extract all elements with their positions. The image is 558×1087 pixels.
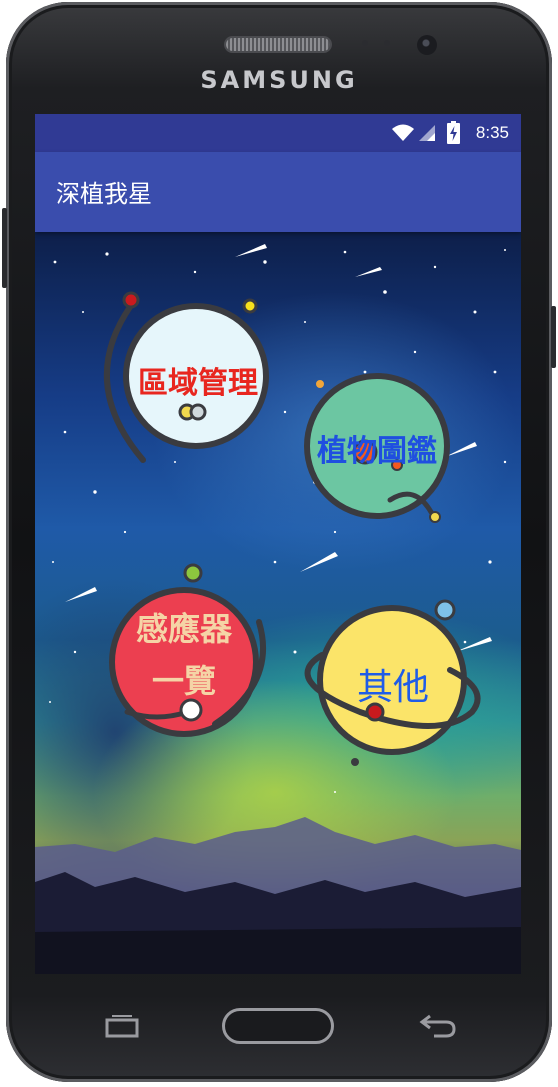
- sensor-list-button[interactable]: 感應器 一覽: [97, 562, 277, 742]
- app-bar: 深植我星: [35, 152, 521, 232]
- area-management-label: 區域管理: [138, 366, 258, 401]
- plant-guide-label: 植物圖鑑: [317, 434, 437, 469]
- front-camera: [417, 35, 437, 55]
- others-button[interactable]: 其他: [300, 599, 490, 790]
- back-icon[interactable]: [416, 1012, 456, 1040]
- battery-charging-icon: [447, 121, 460, 144]
- app-title: 深植我星: [56, 180, 152, 208]
- sensor-list-label-line1: 感應器: [135, 610, 232, 648]
- brand-logo: SAMSUNG: [200, 66, 358, 94]
- earpiece-speaker: [226, 38, 330, 51]
- others-label: 其他: [356, 667, 429, 708]
- wifi-icon: [392, 124, 414, 141]
- cellular-signal-icon: [419, 125, 435, 141]
- plant-guide-button[interactable]: 植物圖鑑: [304, 372, 485, 552]
- area-management-button[interactable]: 區域管理: [95, 290, 275, 470]
- sensor-list-label-line2: 一覽: [151, 662, 216, 700]
- power-button: [551, 306, 556, 368]
- home-button[interactable]: [222, 1008, 334, 1044]
- recent-apps-icon[interactable]: [104, 1014, 140, 1038]
- planet-red-icon: [109, 563, 266, 737]
- volume-button: [2, 208, 7, 288]
- light-sensor: [384, 40, 390, 46]
- main-content: 區域管理 植物圖鑑 感應器 一覽 其他: [35, 232, 521, 974]
- status-bar: 8:35: [35, 114, 521, 152]
- status-time: 8:35: [475, 123, 509, 142]
- proximity-sensor: [362, 40, 368, 46]
- screen: 8:35 深植我星 區域管理 植物圖鑑 感應器 一覽 其他: [35, 114, 521, 974]
